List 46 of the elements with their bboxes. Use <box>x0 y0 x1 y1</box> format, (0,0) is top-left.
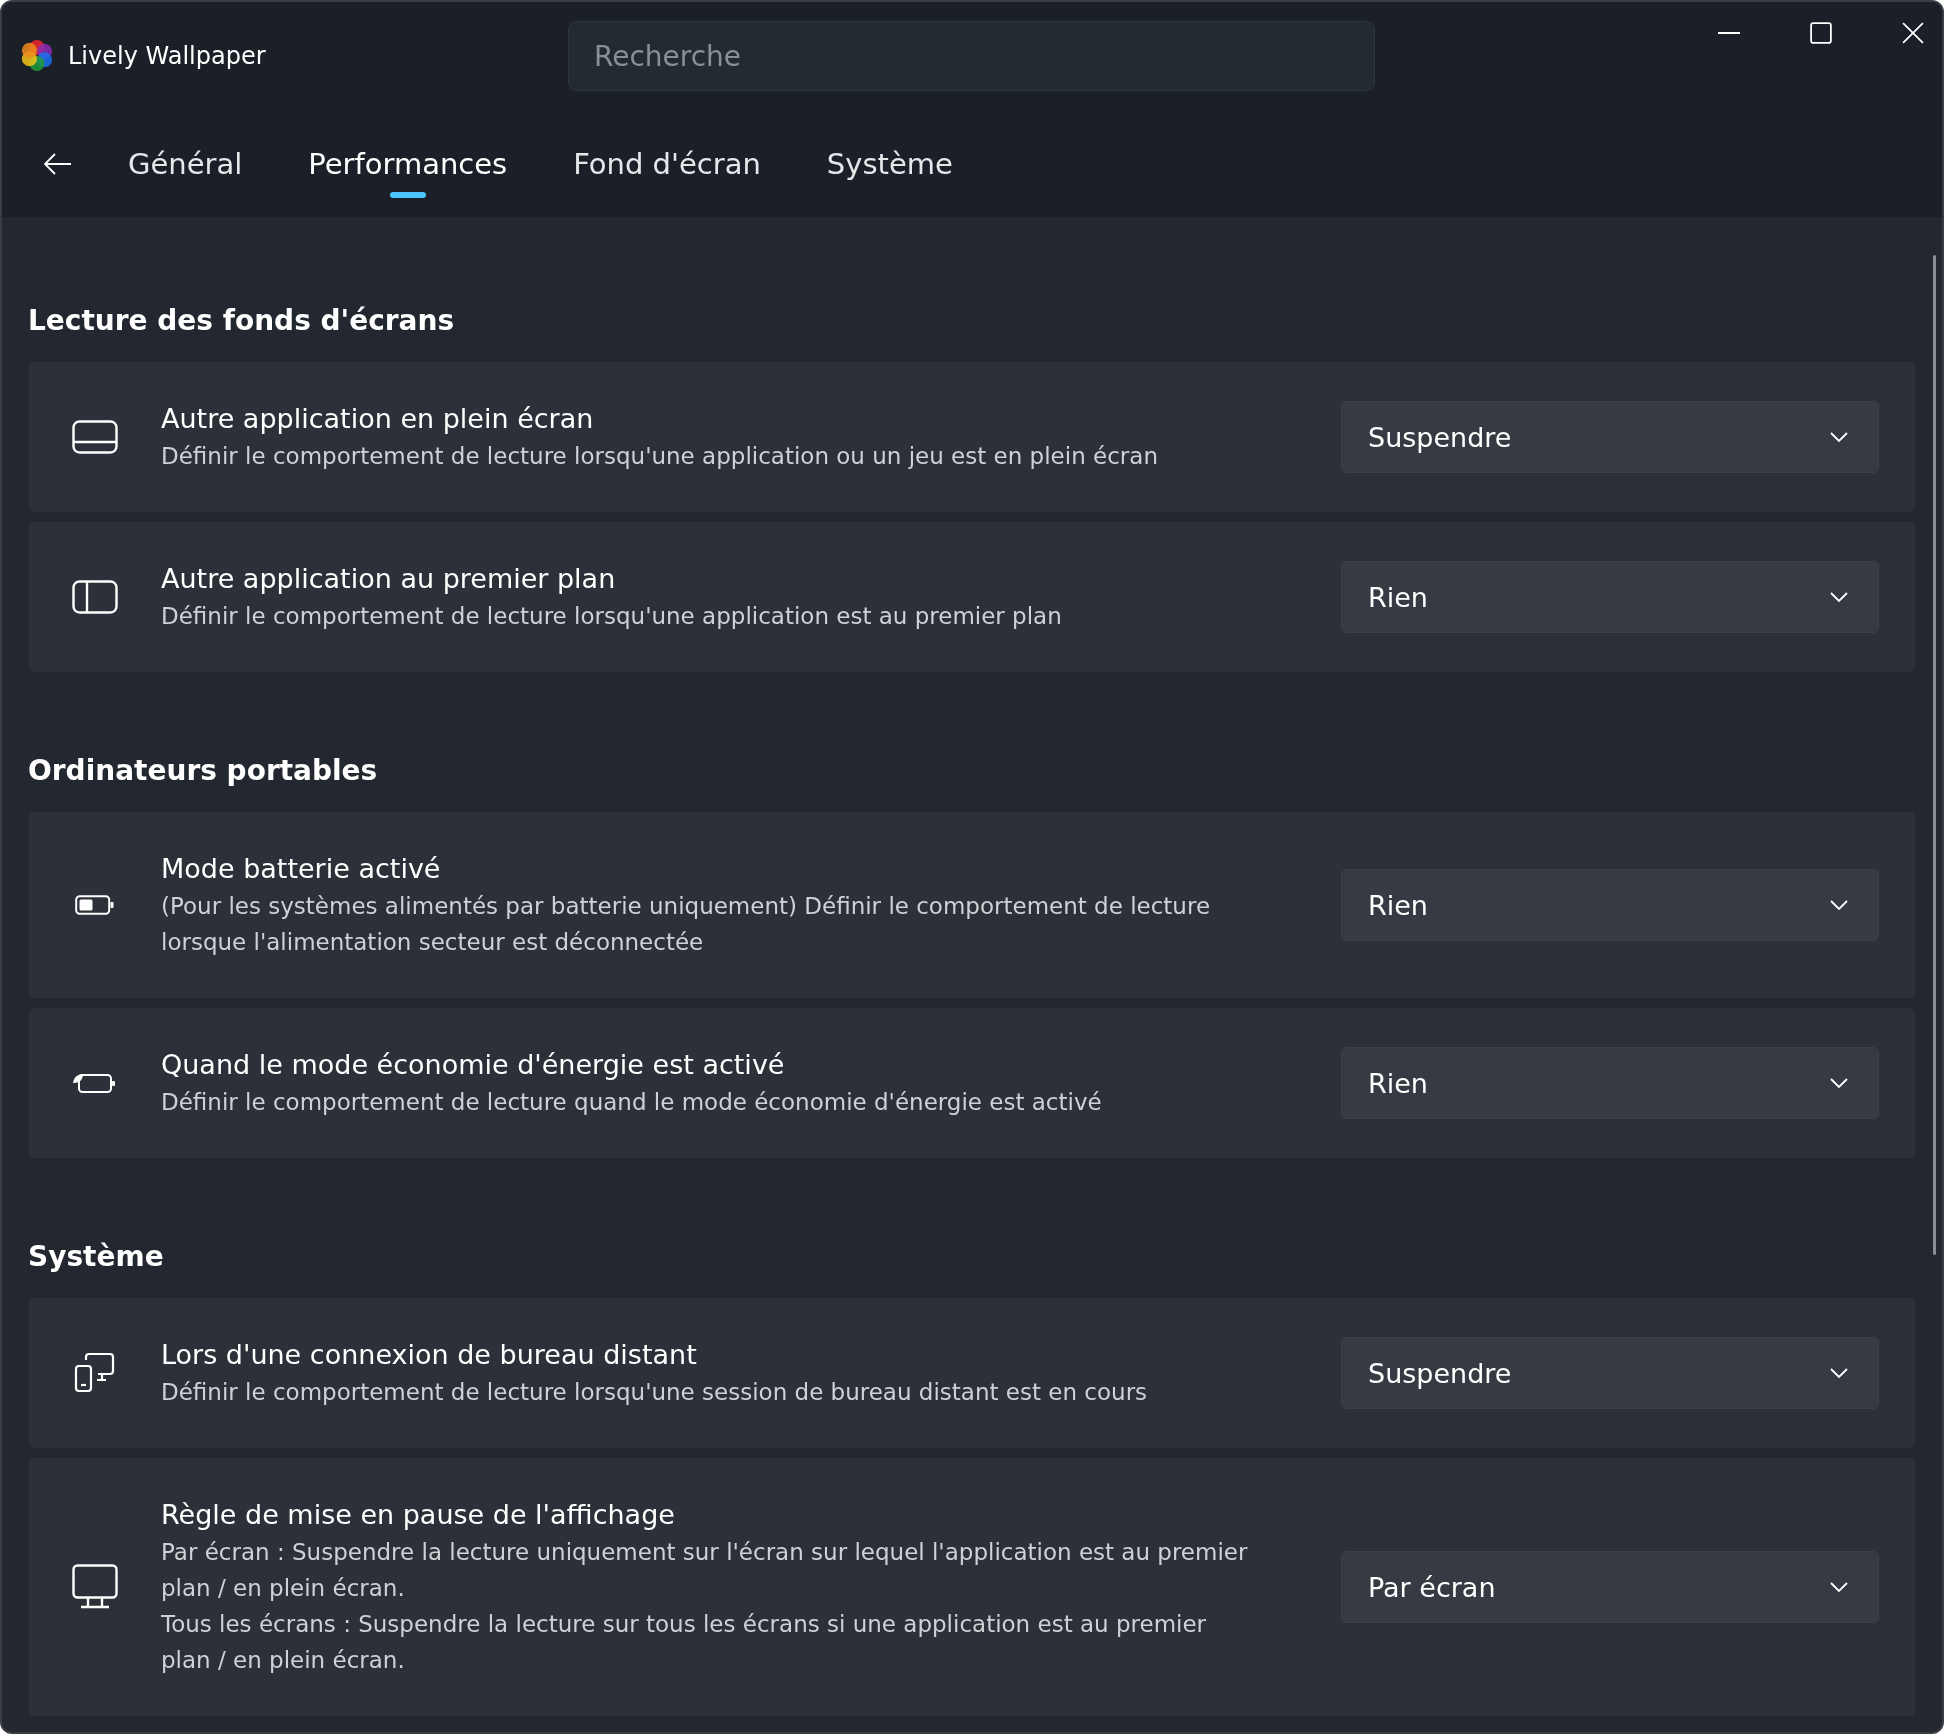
window-icon <box>72 420 118 454</box>
tab[interactable]: Système <box>826 144 953 184</box>
chevron-down-icon <box>1830 1368 1848 1378</box>
dropdown[interactable]: Par écran <box>1341 1551 1879 1623</box>
section-heading: Lecture des fonds d'écrans <box>28 303 456 339</box>
setting-title: Mode batterie activé <box>161 852 442 886</box>
tab[interactable]: Performances <box>308 144 508 184</box>
phone-and-monitor-icon <box>74 1352 116 1394</box>
battery-leaf-icon <box>72 1071 118 1095</box>
close-icon[interactable] <box>1902 22 1924 44</box>
setting-title: Autre application au premier plan <box>161 562 617 596</box>
scrollbar[interactable] <box>1933 255 1936 1255</box>
window-title: Lively Wallpaper <box>68 42 267 70</box>
setting-title: Quand le mode économie d'énergie est activé <box>161 1048 786 1082</box>
dropdown[interactable]: Rien <box>1341 869 1879 941</box>
setting-description: Définir le comportement de lecture lorsqu'une application est au premier plan <box>161 602 1063 631</box>
search-field[interactable]: Recherche <box>568 21 1375 91</box>
app-logo-icon <box>20 38 54 72</box>
setting-title: Règle de mise en pause de l'affichage <box>161 1498 676 1532</box>
selected-tab-indicator <box>389 192 426 198</box>
chevron-down-icon <box>1830 1078 1848 1088</box>
setting-description: (Pour les systèmes alimentés par batterie uniquement) Définir le comportement de lecture lorsque l'alimentation secteur est déconnectée <box>161 892 1212 957</box>
chevron-down-icon <box>1830 1582 1848 1592</box>
battery-icon <box>75 895 115 915</box>
section-heading: Ordinateurs portables <box>28 753 379 789</box>
tab[interactable]: Général <box>128 144 243 184</box>
setting-description: Par écran : Suspendre la lecture uniquement sur l'écran sur lequel l'application est au premier plan / en plein écran. <box>161 1538 1249 1603</box>
section-heading: Système <box>28 1239 165 1275</box>
chevron-down-icon <box>1830 900 1848 910</box>
back-arrow-icon[interactable] <box>44 153 72 175</box>
monitor-icon <box>72 1564 118 1610</box>
maximize-icon[interactable] <box>1810 22 1832 44</box>
dropdown[interactable]: Rien <box>1341 1047 1879 1119</box>
setting-title: Autre application en plein écran <box>161 402 595 436</box>
setting-description: Définir le comportement de lecture quand le mode économie d'énergie est activé <box>161 1088 1103 1117</box>
setting-description: Tous les écrans : Suspendre la lecture sur tous les écrans si une application est au premier plan / en plein écran. <box>161 1610 1208 1675</box>
dropdown[interactable]: Suspendre <box>1341 1337 1879 1409</box>
setting-description: Définir le comportement de lecture lorsqu'une session de bureau distant est en cours <box>161 1378 1149 1407</box>
dropdown[interactable]: Suspendre <box>1341 401 1879 473</box>
tab[interactable]: Fond d'écran <box>573 144 761 184</box>
side-panel-icon <box>72 580 118 614</box>
setting-title: Lors d'une connexion de bureau distant <box>161 1338 698 1372</box>
chevron-down-icon <box>1830 432 1848 442</box>
chevron-down-icon <box>1830 592 1848 602</box>
dropdown[interactable]: Rien <box>1341 561 1879 633</box>
setting-description: Définir le comportement de lecture lorsqu'une application ou un jeu est en plein écran <box>161 442 1159 471</box>
